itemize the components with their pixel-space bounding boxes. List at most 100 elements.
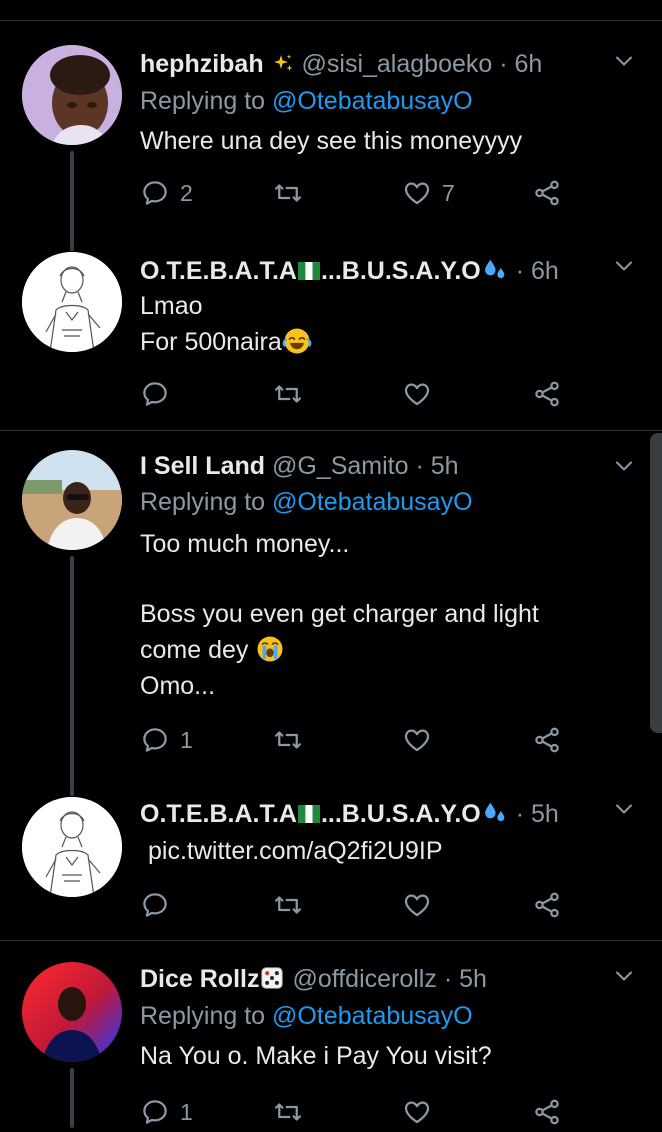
- display-name-part1[interactable]: O.T.E.B.A.T.A: [140, 257, 297, 285]
- reply-icon: [140, 379, 170, 409]
- tweet-text: For 500naira: [140, 324, 312, 360]
- like-button[interactable]: [402, 1092, 432, 1132]
- retweet-button[interactable]: [273, 1092, 303, 1132]
- retweet-button[interactable]: [273, 374, 303, 414]
- avatar[interactable]: [22, 450, 122, 550]
- pic-link[interactable]: pic.twitter.com/aQ2fi2U9IP: [148, 833, 443, 869]
- reply-icon: [140, 1097, 170, 1127]
- chevron-down-icon[interactable]: [612, 454, 636, 478]
- thread-line: [70, 1068, 74, 1128]
- share-button[interactable]: [532, 173, 562, 213]
- heart-icon: [402, 1097, 432, 1127]
- reply-button[interactable]: [140, 885, 170, 925]
- share-button[interactable]: [532, 1092, 562, 1132]
- display-name-part2[interactable]: ...B.U.S.A.Y.O: [321, 800, 481, 828]
- tweet-text: Na You o. Make i Pay You visit?: [140, 1042, 492, 1070]
- handle[interactable]: @offdicerollz: [292, 965, 436, 993]
- timestamp: · 6h: [499, 50, 543, 78]
- avatar[interactable]: [22, 797, 122, 897]
- timestamp: · 5h: [515, 800, 559, 828]
- share-icon: [532, 1097, 562, 1127]
- tweet-text-line: Boss you even get charger and light: [140, 600, 539, 628]
- handle[interactable]: @sisi_alagboeko: [302, 50, 493, 78]
- share-icon: [532, 890, 562, 920]
- retweet-icon: [273, 178, 303, 208]
- tweet-text: Where una dey see this moneyyyy: [140, 127, 523, 155]
- reply-button[interactable]: 1: [140, 1092, 193, 1132]
- divider: [0, 940, 662, 941]
- retweet-icon: [273, 890, 303, 920]
- like-button[interactable]: [402, 720, 432, 760]
- sweat-droplets-icon: [481, 255, 509, 283]
- avatar[interactable]: [22, 962, 122, 1062]
- heart-icon: [402, 379, 432, 409]
- heart-icon: [402, 890, 432, 920]
- share-button[interactable]: [532, 374, 562, 414]
- replying-to: Replying to @OtebatabusayO: [140, 486, 473, 518]
- like-count: 7: [442, 179, 455, 206]
- like-button[interactable]: 7: [402, 173, 455, 213]
- replying-handle-link[interactable]: @OtebatabusayO: [272, 87, 473, 115]
- retweet-icon: [273, 1097, 303, 1127]
- like-button[interactable]: [402, 885, 432, 925]
- timestamp: · 5h: [415, 452, 459, 480]
- thread-line: [70, 556, 74, 796]
- sparkles-icon: [271, 52, 295, 76]
- replying-label: Replying to: [140, 1002, 266, 1030]
- tweet-text-line: Lmao: [140, 292, 203, 320]
- nigeria-flag-icon: [297, 259, 321, 283]
- tweet-text-line: come dey: [140, 636, 249, 664]
- action-bar: [140, 885, 570, 925]
- display-name-part2[interactable]: ...B.U.S.A.Y.O: [321, 257, 481, 285]
- display-name-part1[interactable]: O.T.E.B.A.T.A: [140, 800, 297, 828]
- heart-icon: [402, 178, 432, 208]
- action-bar: 2 7: [140, 173, 570, 213]
- share-button[interactable]: [532, 885, 562, 925]
- retweet-button[interactable]: [273, 720, 303, 760]
- share-button[interactable]: [532, 720, 562, 760]
- share-icon: [532, 725, 562, 755]
- reply-icon: [140, 178, 170, 208]
- dice-icon: [259, 965, 285, 991]
- share-icon: [532, 178, 562, 208]
- tweet-text: come dey: [140, 632, 285, 668]
- tweet-text-line: Omo...: [140, 672, 216, 700]
- avatar[interactable]: [22, 45, 122, 145]
- action-bar: 1: [140, 720, 570, 760]
- sweat-droplets-icon: [481, 798, 509, 826]
- chevron-down-icon[interactable]: [612, 797, 636, 821]
- replying-handle-link[interactable]: @OtebatabusayO: [272, 488, 473, 516]
- action-bar: [140, 374, 570, 414]
- reply-count: 1: [180, 1098, 193, 1125]
- tweet-text-line: Too much money...: [140, 530, 350, 558]
- replying-label: Replying to: [140, 488, 266, 516]
- reply-button[interactable]: [140, 374, 170, 414]
- chevron-down-icon[interactable]: [612, 254, 636, 278]
- reply-button[interactable]: 1: [140, 720, 193, 760]
- heart-icon: [402, 725, 432, 755]
- display-name[interactable]: Dice Rollz: [140, 965, 259, 993]
- thread-line: [70, 151, 74, 251]
- nigeria-flag-icon: [297, 802, 321, 826]
- retweet-button[interactable]: [273, 173, 303, 213]
- reply-button[interactable]: 2: [140, 173, 193, 213]
- like-button[interactable]: [402, 374, 432, 414]
- retweet-button[interactable]: [273, 885, 303, 925]
- scrollbar[interactable]: [650, 433, 662, 733]
- display-name[interactable]: hephzibah: [140, 50, 264, 78]
- tweet-text-line: For 500naira: [140, 328, 282, 356]
- replying-handle-link[interactable]: @OtebatabusayO: [272, 1002, 473, 1030]
- tears-of-joy-icon: [282, 326, 312, 356]
- replying-to: Replying to @OtebatabusayO: [140, 1000, 473, 1032]
- reply-icon: [140, 725, 170, 755]
- chevron-down-icon[interactable]: [612, 49, 636, 73]
- reply-count: 2: [180, 179, 193, 206]
- timestamp: · 6h: [515, 257, 559, 285]
- divider: [0, 430, 662, 431]
- display-name[interactable]: I Sell Land: [140, 452, 265, 480]
- reply-count: 1: [180, 726, 193, 753]
- replying-to: Replying to @OtebatabusayO: [140, 85, 473, 117]
- avatar[interactable]: [22, 252, 122, 352]
- handle[interactable]: @G_Samito: [272, 452, 409, 480]
- chevron-down-icon[interactable]: [612, 964, 636, 988]
